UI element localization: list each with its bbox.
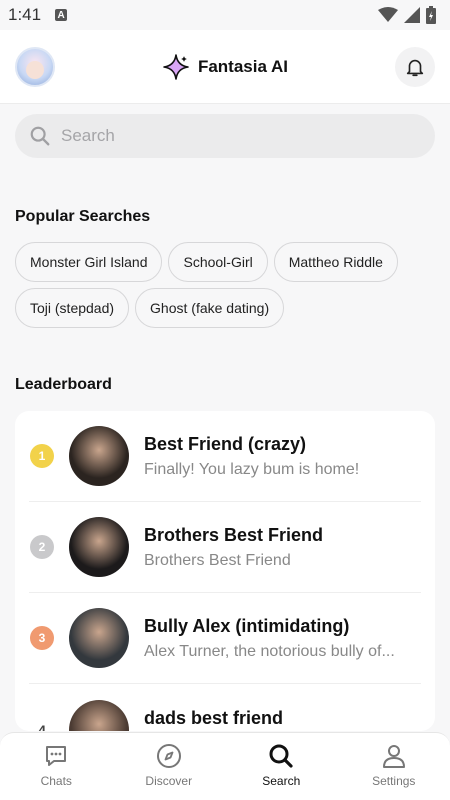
character-name: Brothers Best Friend	[144, 524, 324, 545]
leaderboard-title: Leaderboard	[15, 376, 112, 393]
leaderboard-row[interactable]: 1 Best Friend (crazy) Finally! You lazy …	[29, 411, 421, 502]
bell-icon	[406, 59, 424, 76]
user-icon	[382, 745, 405, 768]
tab-search[interactable]: Search	[241, 743, 321, 788]
rank-badge: 1	[30, 444, 54, 468]
chip-toji-stepdad[interactable]: Toji (stepdad)	[15, 288, 130, 328]
leaderboard-list: 1 Best Friend (crazy) Finally! You lazy …	[15, 411, 435, 731]
tab-label: Settings	[372, 774, 416, 788]
chip-school-girl[interactable]: School-Girl	[168, 242, 268, 282]
app-title: Fantasia AI	[197, 56, 289, 76]
search-input[interactable]	[61, 126, 421, 146]
character-avatar	[69, 608, 129, 668]
character-avatar	[69, 517, 129, 577]
search-icon	[30, 126, 50, 146]
search-area	[0, 104, 450, 158]
battery-icon	[426, 6, 436, 24]
tab-label: Discover	[145, 774, 193, 788]
character-avatar	[69, 700, 129, 731]
wifi-icon	[378, 7, 398, 22]
character-name: Best Friend (crazy)	[144, 433, 307, 454]
character-description: Brothers Best Friend	[144, 551, 291, 569]
leaderboard-row[interactable]: 2 Brothers Best Friend Brothers Best Fri…	[29, 502, 421, 593]
status-time: 1:41	[8, 5, 42, 24]
a-icon: A	[55, 9, 68, 21]
sparkle-icon	[163, 53, 189, 80]
tab-settings[interactable]: Settings	[354, 743, 434, 788]
tab-label: Chats	[40, 774, 72, 788]
rank-badge: 4	[38, 722, 46, 731]
rank-badge: 2	[30, 535, 54, 559]
popular-chips: Monster Girl Island School-Girl Mattheo …	[0, 226, 450, 328]
app-header: Fantasia AI	[0, 30, 450, 104]
compass-icon	[156, 744, 181, 768]
avatar[interactable]	[15, 46, 55, 87]
tab-label: Search	[262, 774, 301, 788]
bottom-tab-bar: Chats Discover Search Settings	[0, 732, 450, 800]
tab-chats[interactable]: Chats	[16, 743, 96, 788]
character-description: Finally! You lazy bum is home!	[144, 460, 360, 478]
chip-ghost-fake-dating[interactable]: Ghost (fake dating)	[135, 288, 285, 328]
status-icons	[378, 6, 436, 24]
tab-discover[interactable]: Discover	[129, 743, 209, 788]
popular-searches-title: Popular Searches	[15, 208, 151, 225]
chip-mattheo-riddle[interactable]: Mattheo Riddle	[273, 242, 398, 282]
chip-monster-girl-island[interactable]: Monster Girl Island	[15, 242, 163, 282]
signal-icon	[404, 7, 420, 23]
chat-icon	[46, 746, 67, 766]
notifications-button[interactable]	[394, 46, 435, 87]
rank-badge: 3	[30, 626, 54, 650]
character-name: dads best friend	[144, 708, 284, 728]
character-avatar	[69, 426, 129, 486]
leaderboard-row[interactable]: 3 Bully Alex (intimidating) Alex Turner,…	[29, 593, 421, 684]
character-description: Alex Turner, the notorious bully of...	[144, 642, 395, 660]
brand: Fantasia AI	[162, 53, 288, 81]
status-bar: 1:41 A	[0, 0, 450, 30]
leaderboard-row[interactable]: 4 dads best friend	[29, 684, 421, 731]
search-bar[interactable]	[15, 114, 435, 158]
search-icon	[269, 744, 293, 768]
character-name: Bully Alex (intimidating)	[144, 615, 350, 636]
